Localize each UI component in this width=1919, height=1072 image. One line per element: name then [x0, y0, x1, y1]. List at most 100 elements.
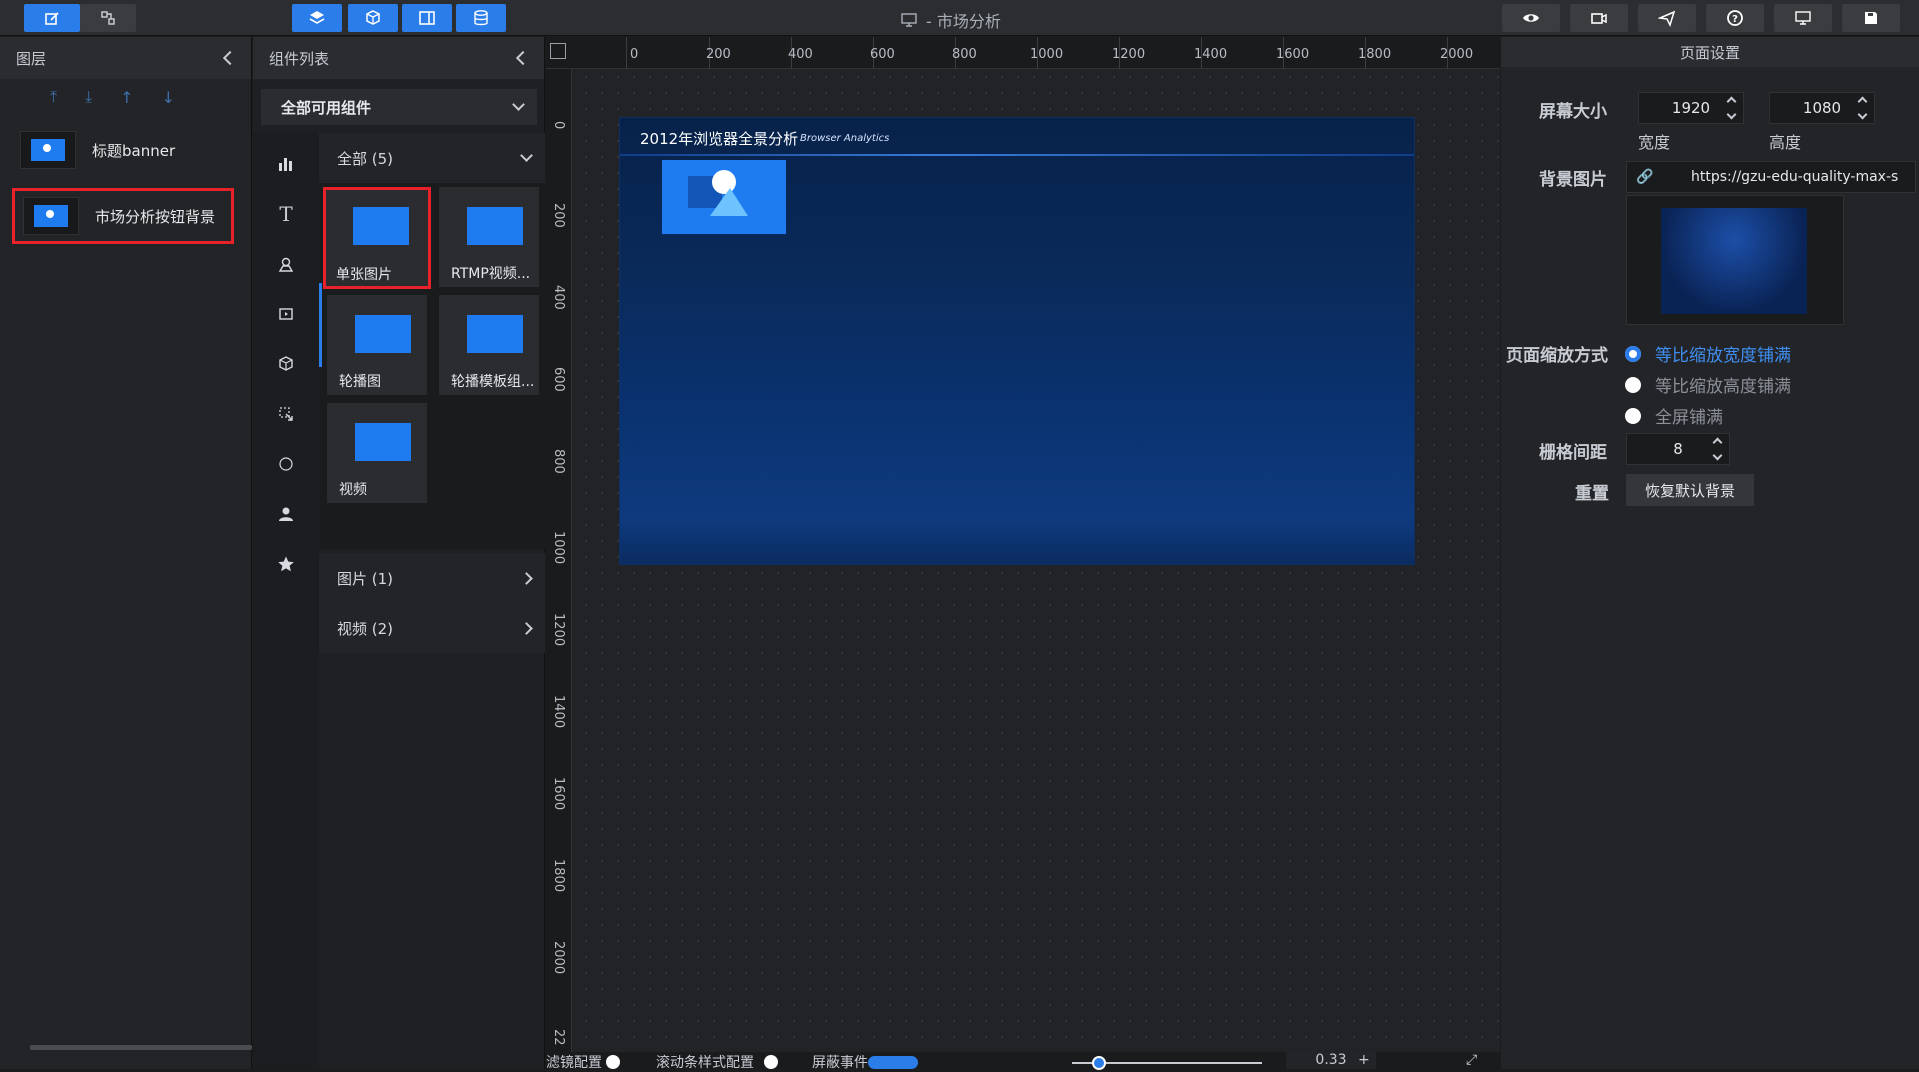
scale-option-fit-height[interactable]: 等比缩放高度铺满 — [1625, 372, 1791, 397]
grid-spacing-value: 8 — [1673, 440, 1683, 458]
move-down-icon[interactable]: ↓ — [162, 88, 175, 107]
component-card-rtmp[interactable]: RTMP视频... — [439, 187, 539, 287]
fullscreen-icon[interactable]: ⤢ — [1466, 1052, 1477, 1068]
components-panel-title: 组件列表 — [269, 49, 330, 68]
component-card-video[interactable]: 视频 — [327, 403, 427, 503]
user-category-icon[interactable] — [275, 503, 297, 525]
grid-spacing-input[interactable]: 8 — [1626, 433, 1730, 465]
text-category-icon[interactable]: T — [275, 202, 297, 226]
ruler-label: 1600 — [551, 777, 566, 811]
data-toggle-button[interactable] — [456, 4, 506, 32]
record-button[interactable] — [1570, 4, 1628, 32]
ruler-label: 200 — [551, 203, 566, 228]
3d-category-icon[interactable] — [275, 353, 297, 375]
bg-image-preview[interactable] — [1626, 195, 1844, 325]
bg-image-url-input[interactable]: 🔗 https://gzu-edu-quality-max-s — [1626, 161, 1916, 193]
screen-width-input[interactable]: 1920 — [1638, 92, 1744, 124]
edit-mode-button[interactable] — [24, 4, 80, 32]
bg-image-url-value: https://gzu-edu-quality-max-s — [1691, 169, 1899, 185]
chevron-right-icon — [520, 621, 533, 635]
height-stepper[interactable] — [1857, 95, 1868, 121]
group-images-label: 图片 (1) — [337, 569, 394, 588]
components-panel: 组件列表 全部可用组件 T 全部 (5) 单张图片 RTMP视频... 轮播图 … — [253, 37, 545, 1069]
components-toggle-button[interactable] — [348, 4, 398, 32]
scale-option-fullscreen[interactable]: 全屏铺满 — [1625, 403, 1723, 428]
ruler-label: 1600 — [1276, 47, 1310, 62]
send-icon — [1658, 10, 1676, 27]
collapse-components-icon[interactable] — [515, 50, 531, 66]
favorite-category-icon[interactable] — [275, 553, 297, 575]
panel-icon — [419, 11, 435, 25]
market-button-background-image[interactable] — [662, 160, 786, 234]
scrollbar-config-toggle[interactable] — [764, 1055, 778, 1069]
ruler-label: 800 — [551, 449, 566, 474]
block-events-toggle[interactable] — [868, 1056, 918, 1069]
ruler-label: 0 — [551, 121, 566, 130]
landscape-icon — [467, 315, 523, 353]
layer-item-selected[interactable]: 市场分析按钮背景 — [12, 188, 234, 244]
page-title-text: - 市场分析 — [926, 12, 1001, 31]
filter-config-toggle[interactable] — [606, 1055, 620, 1069]
move-top-icon[interactable]: ⤒ — [50, 87, 57, 107]
component-card-carousel[interactable]: 轮播图 — [327, 295, 427, 395]
scale-option-fit-width[interactable]: 等比缩放宽度铺满 — [1625, 341, 1791, 366]
component-card-single-image[interactable]: 单张图片 — [323, 187, 431, 289]
layers-toggle-button[interactable] — [292, 4, 342, 32]
component-filter-select[interactable]: 全部可用组件 — [261, 89, 537, 125]
eye-icon — [1523, 14, 1539, 22]
interaction-category-icon[interactable] — [275, 403, 297, 425]
flow-mode-button[interactable] — [80, 4, 136, 32]
ruler-label: 600 — [551, 367, 566, 392]
grid-stepper[interactable] — [1712, 436, 1723, 462]
display-button[interactable] — [1774, 4, 1832, 32]
component-card-label: 单张图片 — [336, 267, 392, 283]
scale-option-label: 等比缩放宽度铺满 — [1655, 346, 1791, 366]
collapse-layers-icon[interactable] — [222, 50, 238, 66]
group-videos[interactable]: 视频 (2) — [319, 603, 545, 653]
category-icon-rail: T — [253, 133, 319, 1069]
chevron-down-icon — [512, 98, 525, 111]
restore-default-bg-button[interactable]: 恢复默认背景 — [1626, 474, 1754, 506]
panel-toggle-button[interactable] — [402, 4, 452, 32]
screen-height-input[interactable]: 1080 — [1769, 92, 1875, 124]
zoom-in-icon[interactable]: + — [1358, 1052, 1370, 1068]
group-all[interactable]: 全部 (5) — [319, 133, 545, 183]
ruler-label: 1200 — [551, 613, 566, 647]
layer-item[interactable]: 标题banner — [12, 125, 234, 175]
screen-banner-title[interactable]: 2012年浏览器全景分析 — [640, 128, 798, 149]
page-settings-panel: 页面设置 屏幕大小 1920 1080 宽度 高度 背景图片 🔗 https:/… — [1501, 37, 1919, 1069]
screen-height-value: 1080 — [1802, 99, 1842, 117]
chart-category-icon[interactable] — [275, 153, 297, 175]
help-button[interactable]: ? — [1706, 4, 1764, 32]
screen-size-label: 屏幕大小 — [1539, 102, 1607, 122]
media-category-icon[interactable] — [275, 303, 297, 325]
move-up-icon[interactable]: ↑ — [120, 88, 133, 107]
layers-scrollbar[interactable] — [30, 1045, 252, 1050]
width-stepper[interactable] — [1726, 95, 1737, 121]
scale-option-label: 等比缩放高度铺满 — [1655, 377, 1791, 397]
play-icon — [355, 423, 411, 461]
grid-spacing-label: 栅格间距 — [1539, 443, 1607, 463]
components-panel-header: 组件列表 — [253, 37, 544, 79]
layer-item-label: 市场分析按钮背景 — [95, 207, 216, 226]
shape-category-icon[interactable] — [275, 453, 297, 475]
radio-icon — [1625, 376, 1641, 393]
horizontal-ruler: 0 200 400 600 800 1000 1200 1400 1600 18… — [546, 37, 1500, 69]
layers-panel-title: 图层 — [16, 49, 47, 68]
save-button[interactable] — [1842, 4, 1900, 32]
zoom-slider-handle[interactable] — [1092, 1056, 1106, 1070]
group-images[interactable]: 图片 (1) — [319, 553, 545, 603]
vertical-ruler: 0 200 400 600 800 1000 1200 1400 1600 18… — [546, 69, 572, 1069]
bg-image-label: 背景图片 — [1539, 170, 1607, 190]
publish-button[interactable] — [1638, 4, 1696, 32]
scale-option-label: 全屏铺满 — [1655, 408, 1723, 428]
preview-button[interactable] — [1502, 4, 1560, 32]
layers-panel-header: 图层 — [0, 37, 251, 79]
ruler-corner-icon[interactable] — [550, 43, 566, 59]
map-category-icon[interactable] — [275, 253, 297, 275]
ruler-label: 2000 — [551, 941, 566, 975]
component-card-carousel-template[interactable]: 轮播模板组... — [439, 295, 539, 395]
screen-preview[interactable]: 2012年浏览器全景分析 Browser Analytics — [620, 118, 1414, 564]
ruler-label: 22 — [551, 1029, 566, 1046]
move-bottom-icon[interactable]: ⤓ — [85, 87, 92, 107]
